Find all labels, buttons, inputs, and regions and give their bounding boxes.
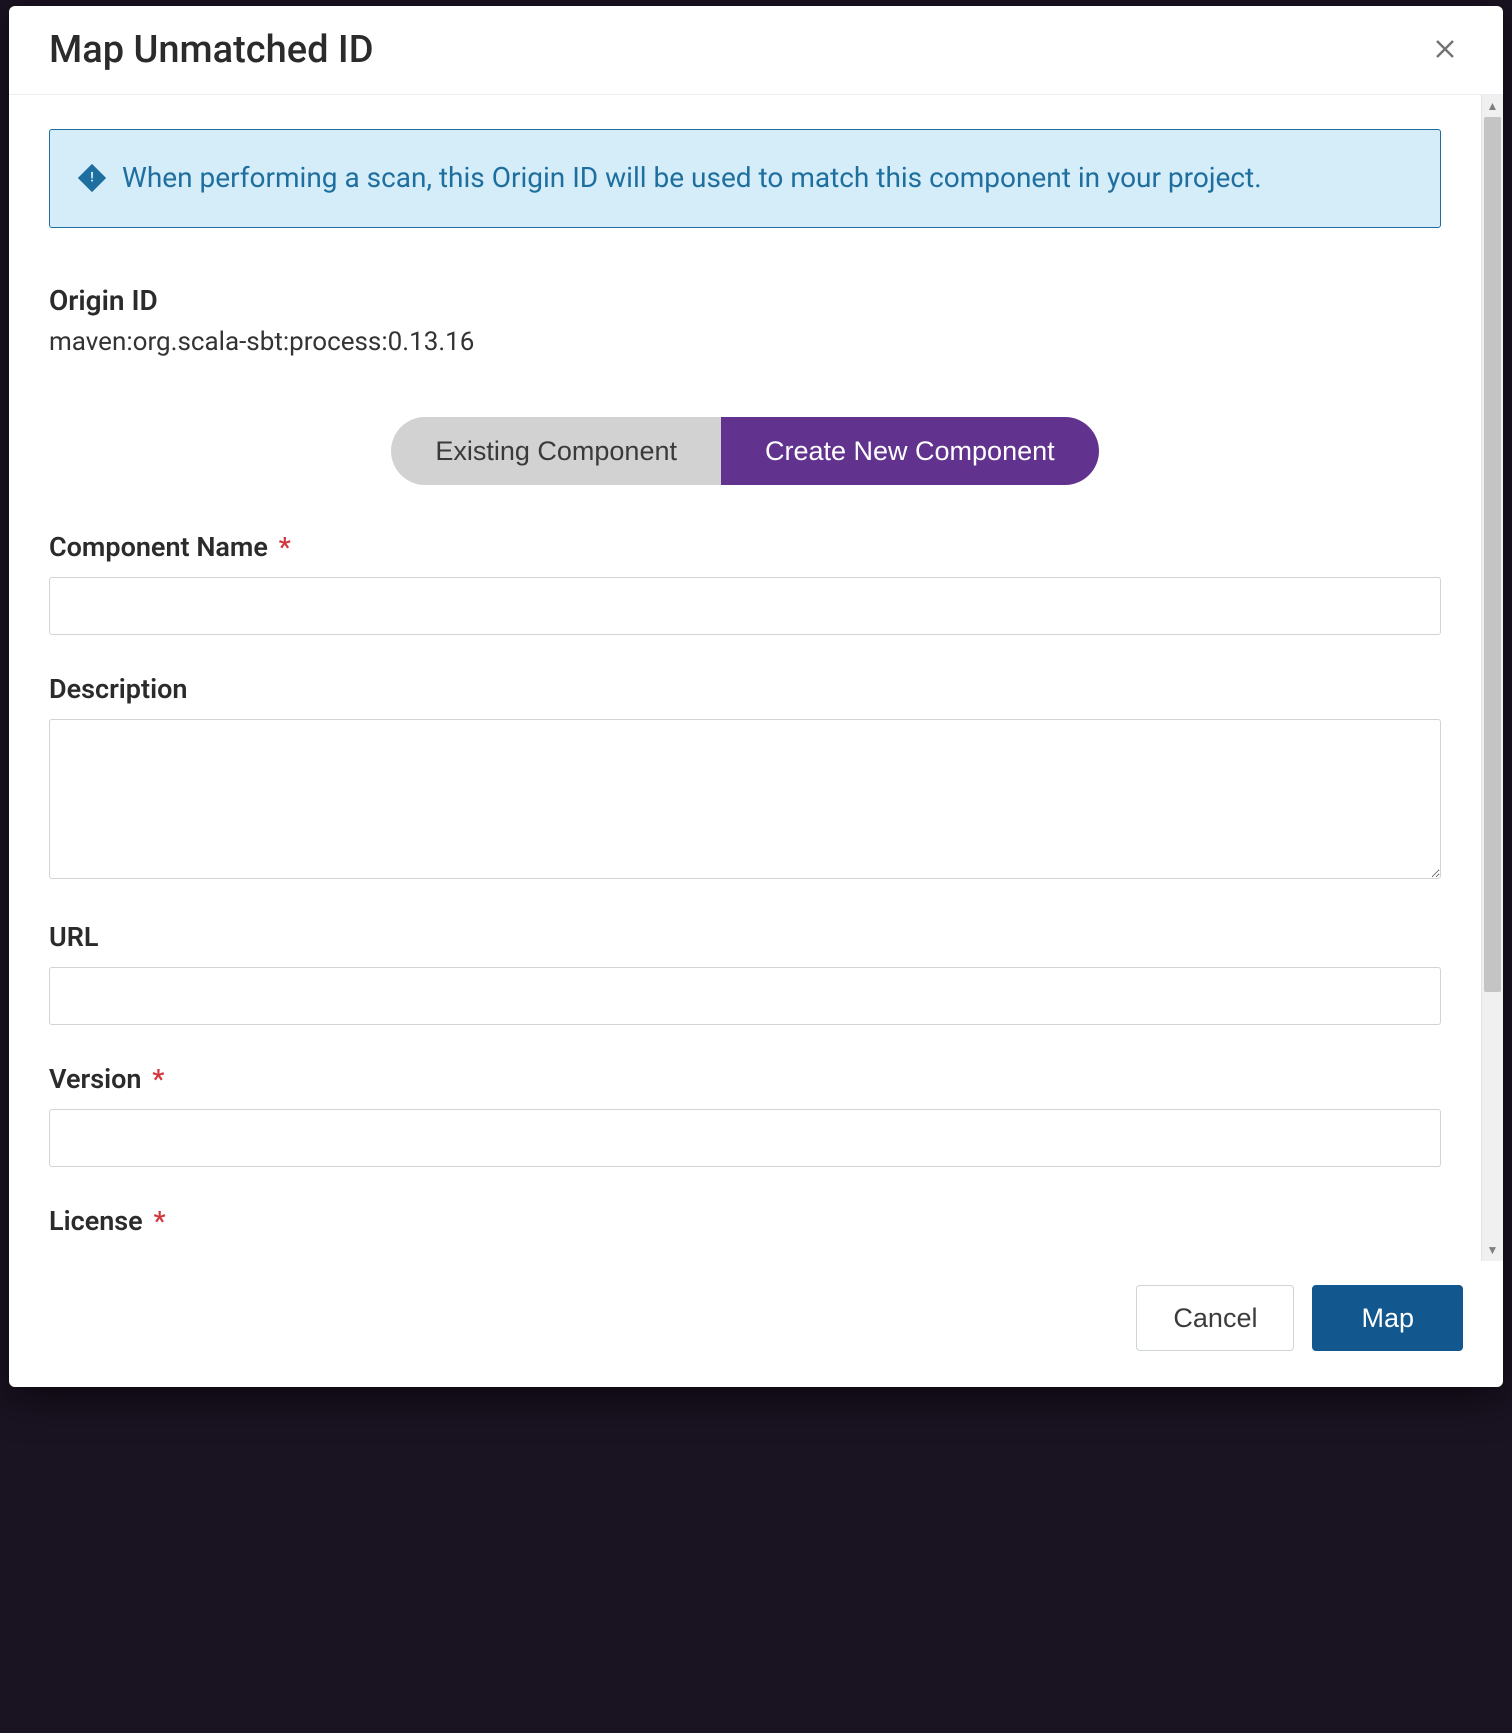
cancel-button[interactable]: Cancel [1136, 1285, 1294, 1351]
tab-existing-component[interactable]: Existing Component [391, 417, 721, 485]
map-button[interactable]: Map [1312, 1285, 1463, 1351]
field-description: Description [49, 673, 1441, 883]
version-input[interactable] [49, 1109, 1441, 1167]
info-message: When performing a scan, this Origin ID w… [122, 158, 1262, 199]
close-button[interactable] [1427, 31, 1463, 69]
field-version: Version * [49, 1063, 1441, 1167]
component-name-label: Component Name * [49, 531, 1441, 563]
component-name-input[interactable] [49, 577, 1441, 635]
required-marker: * [153, 1205, 165, 1237]
tab-create-new-component[interactable]: Create New Component [721, 417, 1099, 485]
modal-body-wrap: When performing a scan, this Origin ID w… [9, 95, 1503, 1261]
close-icon [1433, 37, 1457, 61]
license-label: License * [49, 1205, 1441, 1237]
description-input[interactable] [49, 719, 1441, 879]
origin-id-value: maven:org.scala-sbt:process:0.13.16 [49, 327, 1441, 357]
field-license: License * [49, 1205, 1441, 1237]
version-label: Version * [49, 1063, 1441, 1095]
modal-header: Map Unmatched ID [9, 6, 1503, 95]
info-icon [78, 164, 106, 192]
url-input[interactable] [49, 967, 1441, 1025]
field-component-name: Component Name * [49, 531, 1441, 635]
vertical-scrollbar[interactable]: ▲ ▼ [1481, 95, 1503, 1261]
required-marker: * [152, 1063, 164, 1095]
required-marker: * [279, 531, 291, 563]
modal-title: Map Unmatched ID [49, 28, 374, 72]
info-banner: When performing a scan, this Origin ID w… [49, 129, 1441, 228]
scroll-up-arrow-icon[interactable]: ▲ [1482, 95, 1503, 117]
scroll-down-arrow-icon[interactable]: ▼ [1482, 1239, 1503, 1261]
description-label: Description [49, 673, 1441, 705]
component-mode-toggle: Existing Component Create New Component [49, 417, 1441, 485]
origin-id-label: Origin ID [49, 284, 1441, 317]
modal-footer: Cancel Map [9, 1261, 1503, 1387]
scrollbar-thumb[interactable] [1484, 117, 1501, 992]
modal-body: When performing a scan, this Origin ID w… [9, 95, 1481, 1261]
url-label: URL [49, 921, 1441, 953]
scrollbar-track[interactable] [1482, 117, 1503, 1239]
field-url: URL [49, 921, 1441, 1025]
map-unmatched-id-modal: Map Unmatched ID When performing a scan,… [9, 6, 1503, 1387]
